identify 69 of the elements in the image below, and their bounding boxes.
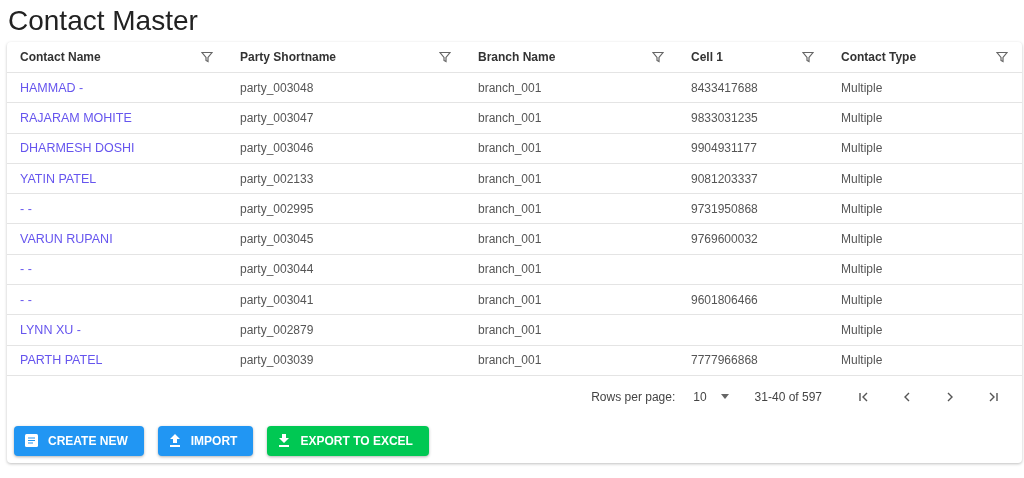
table-cell: party_003044 — [240, 262, 314, 277]
contact-name-link[interactable]: PARTH PATEL — [20, 353, 103, 368]
table-cell: 8433417688 — [691, 80, 758, 95]
table-cell: branch_001 — [478, 80, 542, 95]
table-cell: party_002995 — [240, 201, 314, 216]
contact-name-link[interactable]: - - — [20, 262, 32, 277]
table-cell: Multiple — [841, 262, 883, 277]
table-cell: branch_001 — [478, 353, 542, 368]
create-new-button[interactable]: CREATE NEW — [14, 425, 144, 456]
table-cell: branch_001 — [478, 110, 542, 125]
contact-name-link[interactable]: YATIN PATEL — [20, 171, 97, 186]
table-cell: Multiple — [841, 292, 883, 307]
page-title: Contact Master — [8, 4, 199, 38]
column-header: Branch Name — [478, 50, 556, 64]
table-cell: 9833031235 — [691, 110, 758, 125]
table-cell: party_003048 — [240, 80, 314, 95]
download-icon — [278, 434, 291, 448]
contact-name-link[interactable]: RAJARAM MOHITE — [20, 110, 132, 125]
table-cell: party_003041 — [240, 292, 314, 307]
table-cell: Multiple — [841, 141, 883, 156]
filter-icon[interactable] — [439, 51, 451, 63]
table-cell: Multiple — [841, 232, 883, 247]
contact-name-link[interactable]: HAMMAD - — [20, 80, 84, 95]
contact-name-link[interactable]: - - — [20, 292, 32, 307]
table-cell: Multiple — [841, 80, 883, 95]
table-cell: branch_001 — [478, 171, 542, 186]
table-cell: 9081203337 — [691, 171, 758, 186]
column-header: Contact Name — [20, 50, 101, 64]
caret-icon — [720, 394, 729, 400]
import-button[interactable]: IMPORT — [157, 425, 254, 456]
contact-name-link[interactable]: - - — [20, 201, 32, 216]
table-cell: party_003046 — [240, 141, 314, 156]
table-cell: Multiple — [841, 353, 883, 368]
table-cell: party_003045 — [240, 232, 314, 247]
contact-name-link[interactable]: LYNN XU - — [20, 323, 81, 337]
table-cell: branch_001 — [478, 262, 542, 277]
filter-icon[interactable] — [996, 51, 1008, 63]
table-cell: party_002133 — [240, 171, 314, 186]
document-icon — [25, 434, 38, 448]
table-cell: branch_001 — [478, 201, 542, 216]
first-page-icon — [857, 390, 870, 403]
page-range: 31-40 of 597 — [754, 389, 822, 404]
upload-icon — [168, 434, 181, 448]
table-cell: 7777966868 — [691, 353, 758, 368]
filter-icon[interactable] — [201, 51, 213, 63]
table-cell: branch_001 — [478, 232, 542, 247]
table-cell: Multiple — [841, 201, 883, 216]
table-cell: branch_001 — [478, 141, 542, 156]
table-cell: 9731950868 — [691, 201, 758, 216]
table-cell: 9904931177 — [691, 141, 757, 156]
filter-icon[interactable] — [652, 51, 664, 63]
column-header: Contact Type — [841, 50, 917, 64]
table-cell: Multiple — [841, 323, 883, 337]
rows-per-page-label: Rows per page: — [591, 389, 676, 404]
table-cell: 9769600032 — [691, 232, 758, 247]
table-cell: party_003047 — [240, 110, 314, 125]
table-cell: party_003039 — [240, 353, 314, 368]
contact-name-link[interactable]: VARUN RUPANI — [20, 232, 113, 247]
table-cell: Multiple — [841, 171, 883, 186]
table-cell: branch_001 — [478, 323, 542, 337]
table-cell: Multiple — [841, 110, 883, 125]
contact-name-link[interactable]: DHARMESH DOSHI — [20, 141, 135, 156]
filter-icon[interactable] — [802, 51, 814, 63]
table-cell: 9601806466 — [691, 292, 758, 307]
rows-per-page-select[interactable]: 10 — [693, 389, 729, 404]
table-cell: branch_001 — [478, 292, 542, 307]
column-header: Cell 1 — [691, 50, 723, 64]
table-cell: party_002879 — [240, 323, 314, 337]
column-header: Party Shortname — [240, 50, 337, 64]
